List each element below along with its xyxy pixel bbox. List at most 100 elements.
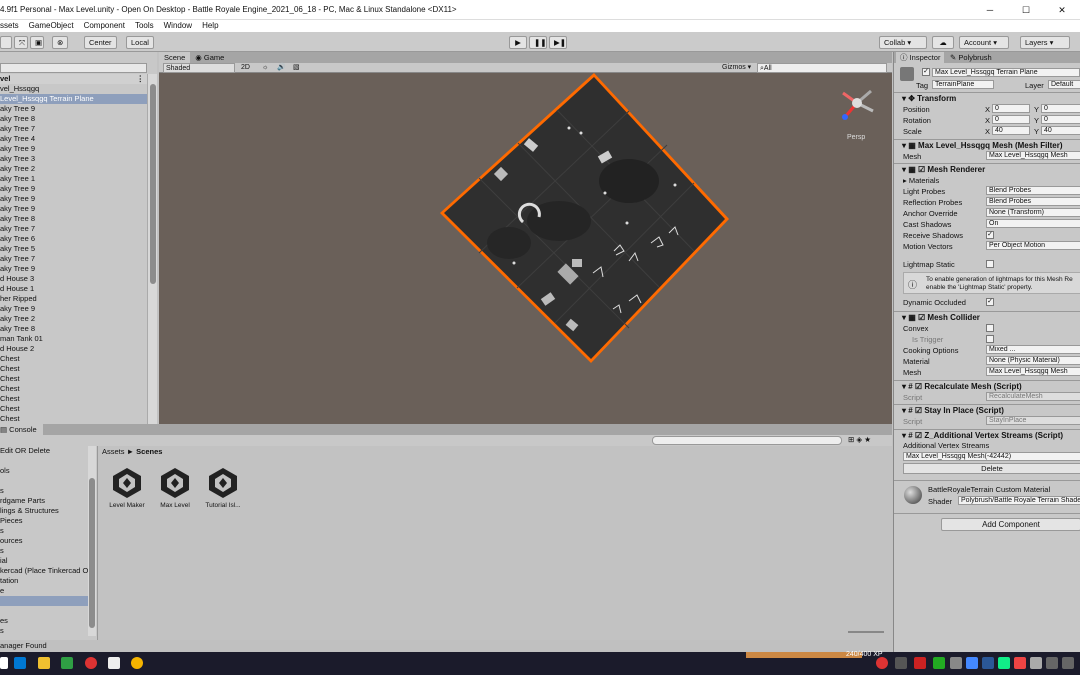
hierarchy-item[interactable]: d House 1 <box>0 284 147 294</box>
layers-dropdown[interactable]: Layers ▾ <box>1020 36 1070 49</box>
audio-icon[interactable]: 🔊 <box>277 63 286 73</box>
scene-canvas[interactable]: Persp <box>159 73 892 424</box>
scene-menu-icon[interactable]: ⋮ <box>137 74 145 84</box>
cooking-options-dropdown[interactable]: Mixed ... <box>986 345 1080 354</box>
word-icon[interactable] <box>982 657 994 669</box>
hierarchy-item[interactable]: aky Tree 9 <box>0 264 147 274</box>
folder-tree-item[interactable]: tation <box>0 576 18 586</box>
dynamic-occluded-checkbox[interactable]: ✓ <box>986 298 994 306</box>
cloud-icon[interactable]: ☁ <box>932 36 954 49</box>
tray-icon-8[interactable] <box>998 657 1010 669</box>
browser-icon[interactable] <box>85 657 97 669</box>
file-explorer-icon[interactable] <box>38 657 50 669</box>
rotate-tool-icon[interactable] <box>0 36 12 49</box>
collider-mesh-field[interactable]: Max Level_Hssqgq Mesh <box>986 367 1080 376</box>
tray-icon-5[interactable] <box>950 657 962 669</box>
folder-tree-item[interactable]: Pieces <box>0 516 23 526</box>
tray-icon-2[interactable] <box>895 657 907 669</box>
layer-dropdown[interactable]: Default <box>1048 80 1080 89</box>
hierarchy-item[interactable]: aky Tree 9 <box>0 184 147 194</box>
active-checkbox[interactable]: ✓ <box>922 68 930 76</box>
tray-icon-3[interactable] <box>914 657 926 669</box>
hierarchy-scroll-thumb[interactable] <box>150 84 156 284</box>
folder-tree-item[interactable] <box>0 596 88 606</box>
hierarchy-scene-row[interactable]: vel ⋮ <box>0 74 147 84</box>
hierarchy-item[interactable]: man Tank 01 <box>0 334 147 344</box>
hierarchy-item[interactable]: aky Tree 9 <box>0 304 147 314</box>
play-button[interactable]: ▶ <box>509 36 527 49</box>
folder-tree-item[interactable]: e <box>0 586 4 596</box>
step-button[interactable]: ▶❚ <box>549 36 567 49</box>
hierarchy-item[interactable]: d House 3 <box>0 274 147 284</box>
pause-button[interactable]: ❚❚ <box>529 36 547 49</box>
tray-icon-6[interactable] <box>966 657 978 669</box>
stay-in-place-header[interactable]: ▾ # ☑ Stay In Place (Script) <box>894 404 1080 416</box>
scale-y-field[interactable]: 40 <box>1041 126 1080 135</box>
hierarchy-item[interactable]: vel_Hssqgq <box>0 84 147 94</box>
hierarchy-item[interactable]: aky Tree 2 <box>0 314 147 324</box>
physic-material-field[interactable]: None (Physic Material) <box>986 356 1080 365</box>
vertex-stream-field[interactable]: Max Level_Hssqgq Mesh(-42442) <box>903 452 1080 461</box>
persp-label[interactable]: Persp <box>847 134 865 141</box>
project-search-input[interactable] <box>652 436 842 445</box>
folder-tree-item[interactable]: kercad (Place Tinkercad O <box>0 566 88 576</box>
minimize-icon[interactable]: ─ <box>972 0 1008 20</box>
gizmos-dropdown[interactable]: Gizmos ▾ <box>722 63 751 73</box>
app-icon[interactable] <box>61 657 73 669</box>
hierarchy-item[interactable]: aky Tree 9 <box>0 104 147 114</box>
breadcrumb-assets[interactable]: Assets <box>102 447 125 456</box>
menu-assets[interactable]: ssets <box>0 20 19 32</box>
asset-level-maker[interactable]: Level Maker <box>102 466 152 509</box>
anchor-override-field[interactable]: None (Transform) <box>986 208 1080 217</box>
materials-foldout[interactable]: ▸ Materials <box>903 176 939 185</box>
hierarchy-item[interactable]: Chest <box>0 374 147 384</box>
hierarchy-item[interactable]: aky Tree 7 <box>0 224 147 234</box>
lightmap-static-checkbox[interactable] <box>986 260 994 268</box>
object-name-field[interactable]: Max Level_Hssqgq Terrain Plane <box>932 68 1080 77</box>
hierarchy-item[interactable]: aky Tree 8 <box>0 324 147 334</box>
rotation-x-field[interactable]: 0 <box>992 115 1030 124</box>
collab-button[interactable]: Collab ▾ <box>879 36 927 49</box>
scale-tool-icon[interactable]: ⤧ <box>14 36 28 49</box>
position-x-field[interactable]: 0 <box>992 104 1030 113</box>
folder-tree-item[interactable]: s <box>0 626 4 636</box>
hierarchy-item[interactable]: Chest <box>0 354 147 364</box>
reflection-probes-dropdown[interactable]: Blend Probes <box>986 197 1080 206</box>
hierarchy-item[interactable]: aky Tree 9 <box>0 204 147 214</box>
hierarchy-item[interactable]: aky Tree 3 <box>0 154 147 164</box>
mesh-renderer-header[interactable]: ▾ ▦ ☑ Mesh Renderer <box>894 163 1080 175</box>
rotation-y-field[interactable]: 0 <box>1041 115 1080 124</box>
hierarchy-item[interactable]: Chest <box>0 394 147 404</box>
vertex-streams-header[interactable]: ▾ # ☑ Z_Additional Vertex Streams (Scrip… <box>894 429 1080 441</box>
position-y-field[interactable]: 0 <box>1041 104 1080 113</box>
pivot-center-button[interactable]: Center <box>84 36 117 49</box>
menu-window[interactable]: Window <box>164 20 192 32</box>
maximize-icon[interactable]: ☐ <box>1008 0 1044 20</box>
folder-tree-item[interactable]: lings & Structures <box>0 506 59 516</box>
tray-icon-9[interactable] <box>1014 657 1026 669</box>
orientation-gizmo[interactable] <box>842 89 874 120</box>
tab-inspector[interactable]: ⓘ Inspector <box>896 52 945 63</box>
hierarchy-item[interactable]: Chest <box>0 404 147 414</box>
hierarchy-item[interactable]: aky Tree 1 <box>0 174 147 184</box>
tray-app-icon[interactable] <box>876 657 888 669</box>
add-component-button[interactable]: Add Component <box>941 518 1080 531</box>
hierarchy-item[interactable]: Chest <box>0 384 147 394</box>
hierarchy-item[interactable]: aky Tree 8 <box>0 114 147 124</box>
tab-console[interactable]: ▤ Console <box>0 424 43 435</box>
chrome-icon[interactable] <box>131 657 143 669</box>
tray-icon-10[interactable] <box>1030 657 1042 669</box>
hierarchy-item[interactable]: aky Tree 9 <box>0 194 147 204</box>
tag-dropdown[interactable]: TerrainPlane <box>932 80 994 89</box>
folder-tree-item[interactable]: s <box>0 526 4 536</box>
hierarchy-item[interactable]: aky Tree 8 <box>0 214 147 224</box>
mesh-collider-header[interactable]: ▾ ▦ ☑ Mesh Collider <box>894 311 1080 323</box>
menu-component[interactable]: Component <box>84 20 125 32</box>
toggle-2d-button[interactable]: 2D <box>241 63 250 73</box>
convex-checkbox[interactable] <box>986 324 994 332</box>
effects-icon[interactable]: ▧ <box>293 63 300 73</box>
close-icon[interactable]: ✕ <box>1044 0 1080 20</box>
hierarchy-item[interactable]: aky Tree 9 <box>0 144 147 154</box>
motion-vectors-dropdown[interactable]: Per Object Motion <box>986 241 1080 250</box>
mesh-filter-mesh-field[interactable]: Max Level_Hssqgq Mesh <box>986 151 1080 160</box>
